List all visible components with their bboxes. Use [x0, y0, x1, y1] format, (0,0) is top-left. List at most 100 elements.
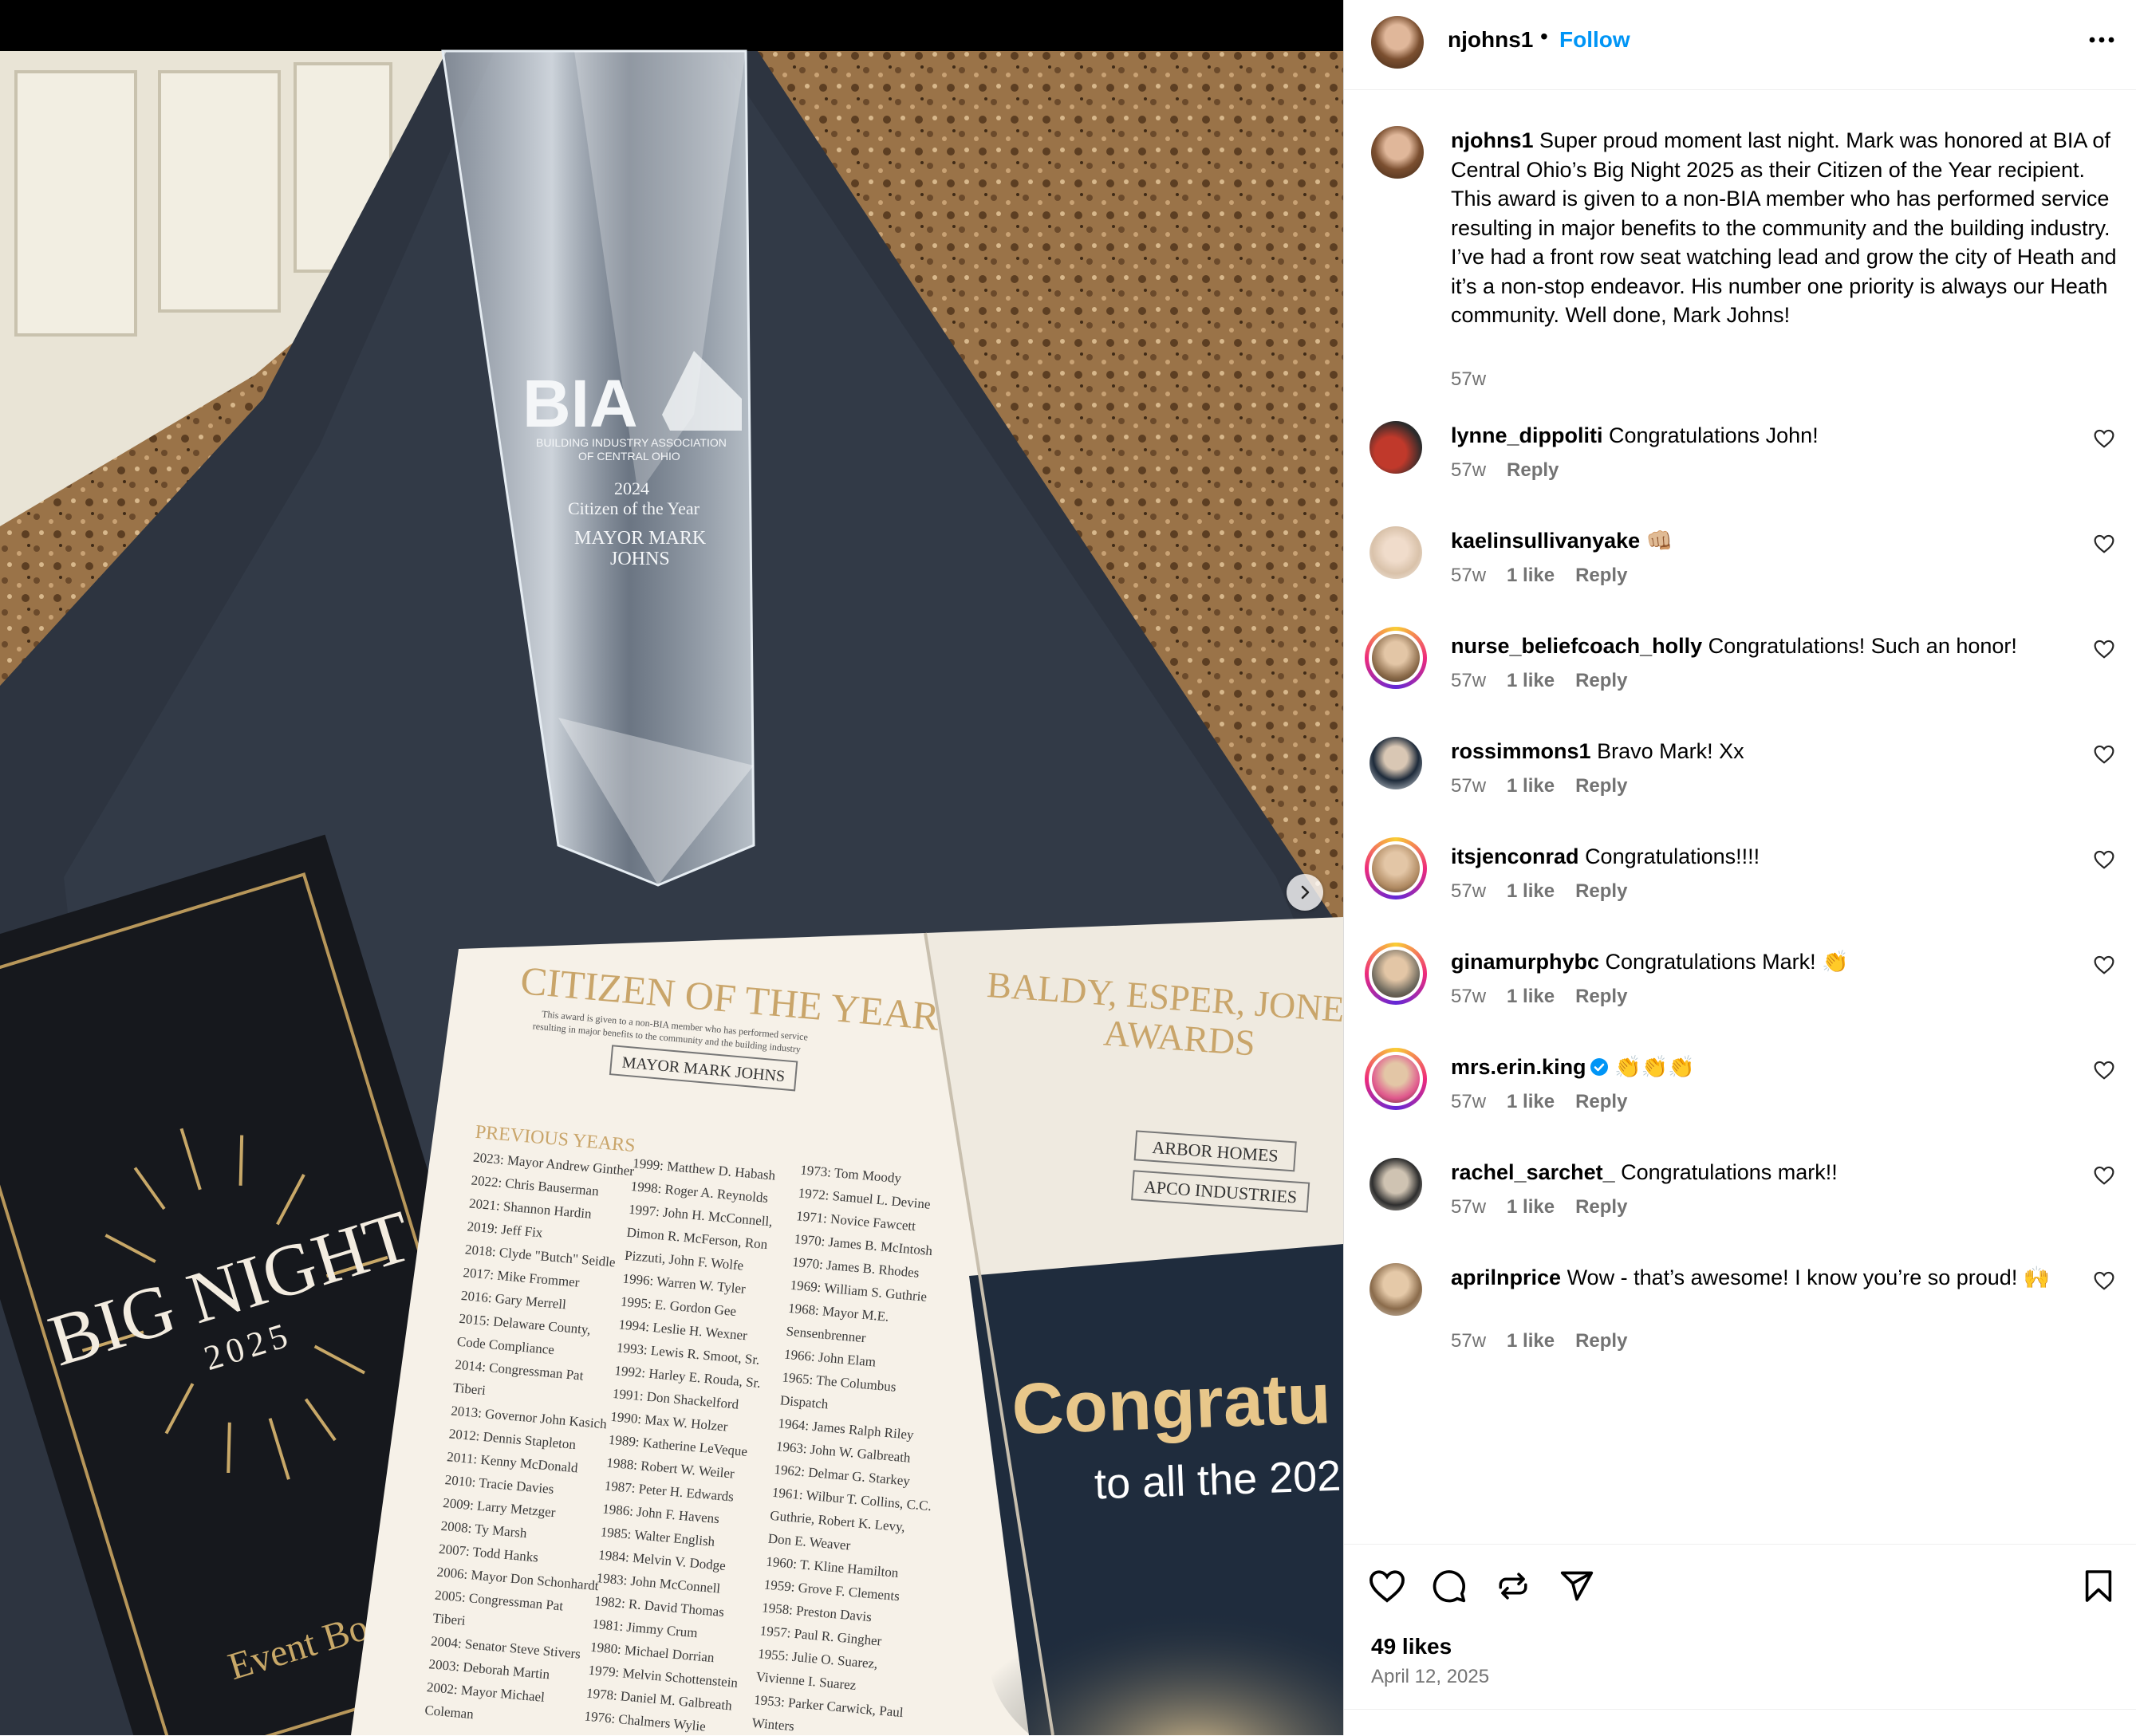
trophy-name2: JOHNS — [610, 549, 670, 569]
verified-badge-icon — [1590, 1058, 1608, 1076]
comment-like-button[interactable] — [2094, 850, 2114, 873]
comment-like-button[interactable] — [2094, 745, 2114, 768]
author-avatar[interactable] — [1371, 16, 1424, 69]
commenter-avatar[interactable] — [1369, 737, 1422, 789]
commenter-avatar[interactable] — [1365, 627, 1427, 689]
comment-text: 👏👏👏 — [1614, 1055, 1695, 1079]
reply-button[interactable]: Reply — [1575, 1196, 1627, 1218]
comment-username[interactable]: itsjenconrad — [1451, 844, 1579, 868]
comment-like-button[interactable] — [2094, 955, 2114, 978]
comment-likes[interactable]: 1 like — [1507, 1330, 1555, 1352]
caption-time: 57w — [1451, 368, 1487, 390]
comment-like-button[interactable] — [2094, 1271, 2114, 1294]
comment-time: 57w — [1451, 880, 1487, 902]
comment-likes[interactable]: 1 like — [1507, 986, 1555, 1007]
comment-like-button[interactable] — [2094, 429, 2114, 452]
reply-button[interactable]: Reply — [1575, 565, 1627, 586]
next-media-button[interactable] — [1287, 874, 1323, 911]
action-bar: 49 likes April 12, 2025 — [1344, 1544, 2136, 1736]
heart-icon — [2094, 640, 2114, 659]
comment-meta: 57w 1 like Reply — [1451, 775, 1627, 797]
trophy-award: Citizen of the Year — [568, 498, 700, 518]
commenter-avatar[interactable] — [1369, 526, 1422, 579]
post-media[interactable]: BIA BUILDING INDUSTRY ASSOCIATION OF CEN… — [0, 0, 1343, 1735]
repost-button[interactable] — [1491, 1564, 1535, 1608]
comment-username[interactable]: lynne_dippoliti — [1451, 423, 1603, 447]
comment-text: Congratulations! Such an honor! — [1708, 634, 2017, 658]
save-button[interactable] — [2076, 1564, 2121, 1608]
comment-body: rossimmons1 Bravo Mark! Xx — [1451, 737, 2057, 766]
commenter-avatar[interactable] — [1369, 1158, 1422, 1210]
caption-username[interactable]: njohns1 — [1451, 128, 1534, 152]
bookmark-icon — [2085, 1570, 2112, 1602]
comment-meta: 57w 1 like Reply — [1451, 1196, 1627, 1218]
share-button[interactable] — [1555, 1564, 1599, 1608]
comment-username[interactable]: aprilnprice — [1451, 1266, 1561, 1289]
post-header: njohns1 • Follow — [1344, 0, 2136, 90]
comment-username[interactable]: rossimmons1 — [1451, 739, 1591, 763]
post-photo: BIA BUILDING INDUSTRY ASSOCIATION OF CEN… — [0, 0, 1343, 1735]
caption-avatar[interactable] — [1371, 126, 1424, 179]
comment-likes[interactable]: 1 like — [1507, 880, 1555, 902]
follow-button[interactable]: Follow — [1559, 27, 1630, 53]
comment-time: 57w — [1451, 670, 1487, 691]
comment-likes[interactable]: 1 like — [1507, 565, 1555, 586]
comment-username[interactable]: rachel_sarchet_ — [1451, 1160, 1615, 1184]
divider — [1344, 1709, 2136, 1710]
comment-like-button[interactable] — [2094, 534, 2114, 557]
trophy-org-line2: OF CENTRAL OHIO — [578, 450, 680, 463]
comment-text: Congratulations!!!! — [1585, 844, 1760, 868]
heart-icon — [2094, 1061, 2114, 1080]
reply-button[interactable]: Reply — [1575, 1091, 1627, 1112]
comment-likes[interactable]: 1 like — [1507, 775, 1555, 797]
comment-username[interactable]: mrs.erin.king — [1451, 1055, 1586, 1079]
previous-year-entry: Tiberi — [452, 1380, 487, 1398]
comment-likes[interactable]: 1 like — [1507, 1196, 1555, 1218]
like-button[interactable] — [1365, 1564, 1409, 1608]
author-username[interactable]: njohns1 — [1448, 27, 1533, 53]
comment-likes[interactable]: 1 like — [1507, 1091, 1555, 1112]
comment-body: mrs.erin.king 👏👏👏 — [1451, 1053, 2057, 1081]
comment-text: Bravo Mark! Xx — [1597, 739, 1744, 763]
reply-button[interactable]: Reply — [1575, 1330, 1627, 1352]
heart-icon — [2094, 955, 2114, 974]
congrats-sub: to all the 202 — [1094, 1452, 1342, 1509]
comment-meta: 57w 1 like Reply — [1451, 565, 1627, 587]
comment-body: lynne_dippoliti Congratulations John! — [1451, 421, 2057, 450]
comment-username[interactable]: ginamurphybc — [1451, 950, 1599, 974]
trophy-logo: BIA — [522, 366, 638, 441]
commenter-avatar[interactable] — [1365, 1048, 1427, 1110]
more-horizontal-icon — [2089, 37, 2114, 43]
commenter-avatar[interactable] — [1369, 421, 1422, 474]
comment-meta: 57w 1 like Reply — [1451, 880, 1627, 903]
reply-button[interactable]: Reply — [1575, 986, 1627, 1007]
comment-body: aprilnprice Wow - that’s awesome! I know… — [1451, 1263, 2057, 1292]
comment-body: rachel_sarchet_ Congratulations mark!! — [1451, 1158, 2057, 1187]
commenter-avatar[interactable] — [1365, 837, 1427, 899]
comment-time: 57w — [1451, 1330, 1487, 1352]
reply-button[interactable]: Reply — [1575, 880, 1627, 902]
post-panel: njohns1 • Follow njohns1 Super proud mom… — [1343, 0, 2136, 1735]
reply-button[interactable]: Reply — [1575, 670, 1627, 691]
comment-username[interactable]: kaelinsullivanyake — [1451, 529, 1640, 553]
comment-time: 57w — [1451, 565, 1487, 586]
comment-like-button[interactable] — [2094, 1061, 2114, 1084]
commenter-avatar[interactable] — [1365, 943, 1427, 1005]
congrats-text: Congratu — [1011, 1359, 1332, 1450]
likes-count[interactable]: 49 likes — [1371, 1634, 1452, 1659]
comment-text: Wow - that’s awesome! I know you’re so p… — [1567, 1266, 2051, 1289]
comment-text: Congratulations mark!! — [1621, 1160, 1838, 1184]
comment-time: 57w — [1451, 459, 1487, 481]
comment-button[interactable] — [1427, 1564, 1472, 1608]
comment-like-button[interactable] — [2094, 640, 2114, 663]
commenter-avatar[interactable] — [1369, 1263, 1422, 1316]
comment-meta: 57w 1 like Reply — [1451, 986, 1627, 1008]
comment-meta: 57w 1 like Reply — [1451, 670, 1627, 692]
comment-username[interactable]: nurse_beliefcoach_holly — [1451, 634, 1702, 658]
reply-button[interactable]: Reply — [1507, 459, 1559, 481]
repost-icon — [1499, 1573, 1527, 1600]
comment-like-button[interactable] — [2094, 1166, 2114, 1189]
reply-button[interactable]: Reply — [1575, 775, 1627, 797]
comment-likes[interactable]: 1 like — [1507, 670, 1555, 691]
more-options-button[interactable] — [2083, 21, 2121, 59]
